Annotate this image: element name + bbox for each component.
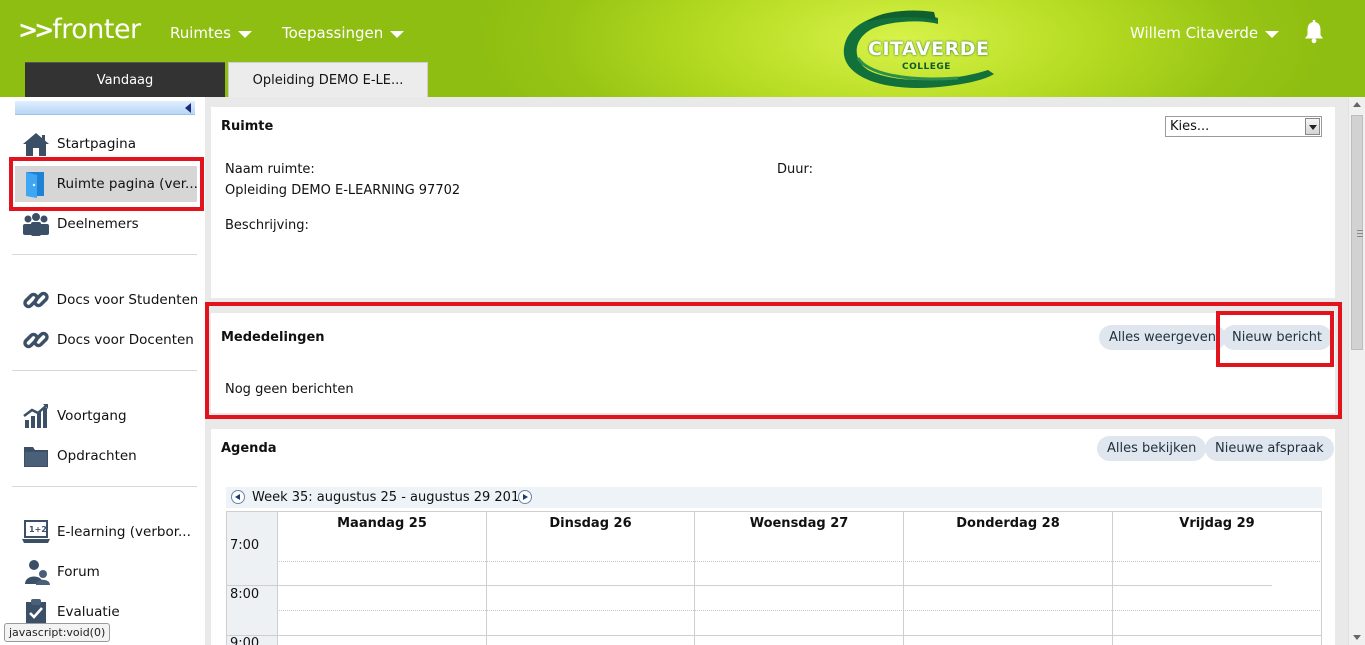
fronter-logo[interactable]: >> fronter — [18, 14, 141, 45]
time-label: 8:00 — [230, 587, 260, 602]
day-header: Dinsdag 26 — [486, 512, 694, 536]
sidebar-item-startpagina[interactable]: Startpagina — [15, 126, 197, 162]
sidebar-item-opdrachten[interactable]: Opdrachten — [15, 438, 197, 474]
citaverde-logo: CITAVERDE COLLEGE — [838, 8, 998, 92]
mededelingen-title: Mededelingen — [221, 330, 325, 345]
scroll-thumb[interactable] — [1351, 115, 1363, 350]
sidebar-divider — [12, 370, 197, 371]
grip-line — [1357, 230, 1363, 231]
sidebar-collapse-bar[interactable] — [15, 101, 195, 115]
people-icon — [20, 208, 52, 240]
bell-icon[interactable] — [1303, 20, 1325, 44]
day-header: Vrijdag 29 — [1112, 512, 1321, 536]
sidebar-item-label: Ruimte pagina (ver... — [56, 176, 197, 192]
top-header: >> fronter Ruimtes Toepassingen CITAVERD… — [0, 0, 1365, 97]
kies-select[interactable]: Kies... — [1165, 116, 1322, 137]
prev-week-icon[interactable] — [231, 490, 245, 504]
naam-value: Opleiding DEMO E-LEARNING 97702 — [225, 183, 461, 198]
sidebar-item-label: Forum — [57, 564, 100, 580]
hour-line — [227, 635, 1321, 636]
nav-ruimtes[interactable]: Ruimtes — [170, 24, 252, 42]
sidebar-item-label: Evaluatie — [57, 604, 120, 620]
half-hour-line — [277, 561, 1321, 562]
grid-line — [277, 512, 278, 645]
day-header: Donderdag 28 — [903, 512, 1112, 536]
grid-line — [694, 512, 695, 645]
door-icon — [20, 168, 52, 200]
grid-line — [486, 512, 487, 645]
day-header: Maandag 25 — [277, 512, 486, 536]
time-label: 9:00 — [230, 636, 260, 645]
next-week-icon[interactable] — [518, 490, 532, 504]
kies-select-value: Kies... — [1170, 119, 1210, 134]
sidebar-item-label: Startpagina — [57, 136, 136, 152]
grip-line — [1357, 233, 1363, 234]
vertical-scrollbar[interactable] — [1348, 97, 1365, 645]
nieuwe-afspraak-button[interactable]: Nieuwe afspraak — [1205, 436, 1334, 461]
day-header: Woensdag 27 — [694, 512, 903, 536]
collapse-arrow-icon[interactable] — [185, 103, 191, 113]
select-arrow-icon — [1305, 118, 1320, 135]
agenda-title: Agenda — [221, 441, 277, 456]
forum-icon — [20, 556, 52, 588]
brand-sub: COLLEGE — [902, 62, 951, 72]
brand-name: CITAVERDE — [868, 38, 990, 60]
logo-text: fronter — [52, 14, 141, 45]
sidebar-item-label: Docs voor Docenten — [57, 332, 194, 348]
caret-down-icon — [1265, 30, 1280, 38]
home-icon — [20, 128, 52, 160]
sidebar-item-ruimte-pagina[interactable]: Ruimte pagina (ver... — [15, 166, 197, 202]
chart-icon — [20, 400, 52, 432]
time-label: 7:00 — [230, 538, 260, 553]
sidebar-item-label: Voortgang — [57, 408, 127, 424]
week-label: Week 35: augustus 25 - augustus 29 2014 — [252, 490, 528, 505]
beschrijving-label: Beschrijving: — [225, 218, 309, 233]
caret-down-icon — [237, 30, 252, 38]
duur-label: Duur: — [777, 162, 813, 177]
sidebar-item-voortgang[interactable]: Voortgang — [15, 398, 197, 434]
sidebar-item-docs-studenten[interactable]: Docs voor Studenten — [15, 282, 197, 318]
naam-label: Naam ruimte: — [225, 162, 315, 177]
caret-down-icon — [390, 30, 405, 38]
sidebar-item-label: Docs voor Studenten — [56, 292, 197, 308]
sidebar-divider — [12, 486, 197, 487]
user-menu[interactable]: Willem Citaverde — [1130, 24, 1280, 42]
sidebar-item-forum[interactable]: Forum — [15, 554, 197, 590]
laptop-icon: 1+2 — [20, 516, 52, 548]
double-chevron-icon: >> — [18, 15, 54, 44]
sidebar-item-deelnemers[interactable]: Deelnemers — [15, 206, 197, 242]
user-name: Willem Citaverde — [1130, 24, 1259, 42]
sidebar-item-docs-docenten[interactable]: Docs voor Docenten — [15, 322, 197, 358]
alles-weergeven-button[interactable]: Alles weergeven — [1099, 325, 1226, 350]
no-messages-text: Nog geen berichten — [225, 382, 354, 397]
scroll-up-icon[interactable] — [1353, 102, 1361, 107]
tab-course[interactable]: Opleiding DEMO E-LE... — [228, 62, 428, 97]
sidebar-divider — [12, 254, 197, 255]
nieuw-bericht-button[interactable]: Nieuw bericht — [1222, 325, 1333, 350]
grid-line — [903, 512, 904, 645]
nav-toepassingen-label: Toepassingen — [282, 24, 384, 42]
sidebar-item-label: E-learning (verbor... — [57, 524, 191, 540]
status-tooltip: javascript:void(0) — [4, 623, 111, 642]
agenda-calendar: Maandag 25 Dinsdag 26 Woensdag 27 Donder… — [226, 511, 1322, 645]
sidebar-item-e-learning[interactable]: 1+2 E-learning (verbor... — [15, 514, 197, 550]
svg-text:1+2: 1+2 — [29, 525, 47, 534]
nav-ruimtes-label: Ruimtes — [170, 24, 231, 42]
grid-line — [1112, 512, 1113, 645]
nav-toepassingen[interactable]: Toepassingen — [282, 24, 405, 42]
ruimte-title: Ruimte — [221, 119, 274, 134]
alles-bekijken-button[interactable]: Alles bekijken — [1097, 436, 1207, 461]
sidebar-item-label: Deelnemers — [57, 216, 139, 232]
tab-vandaag[interactable]: Vandaag — [25, 62, 225, 97]
half-hour-line — [277, 610, 1321, 611]
grip-line — [1357, 236, 1363, 237]
link-icon — [20, 324, 52, 356]
folder-icon — [20, 440, 52, 472]
time-column — [227, 512, 277, 645]
scroll-down-icon[interactable] — [1353, 635, 1361, 640]
link-icon — [20, 284, 52, 316]
sidebar-item-label: Opdrachten — [57, 448, 137, 464]
hour-line — [227, 585, 1272, 586]
